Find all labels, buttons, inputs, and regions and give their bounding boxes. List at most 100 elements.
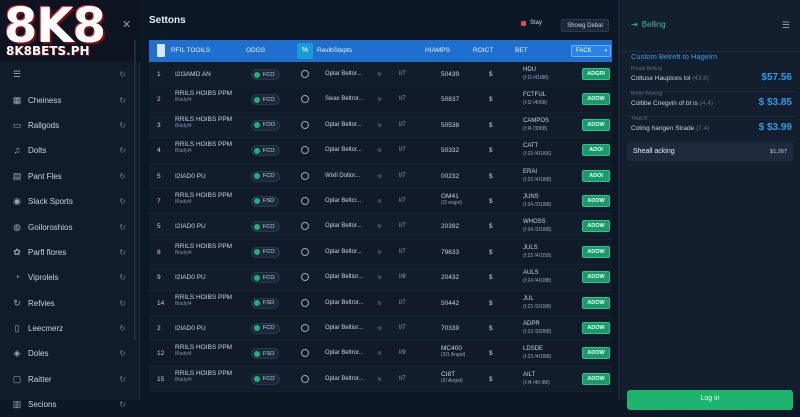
stay-toggle[interactable]: Stay: [521, 20, 542, 26]
refresh-arrow-icon[interactable]: ↻: [119, 349, 126, 358]
event-name[interactable]: RRILS HOIBS PPM Bladyt4: [175, 141, 232, 154]
odds-tag[interactable]: FSO: [251, 195, 280, 207]
close-icon[interactable]: ✕: [122, 18, 131, 31]
odds-tag[interactable]: FCO: [251, 145, 280, 157]
percent-toggle[interactable]: %: [297, 43, 313, 59]
event-name[interactable]: RRILS HOIBS PPM Bladyt4: [175, 294, 232, 307]
table-row[interactable]: 2 I2IAD0 PU FCO Oplar Beltior... ≋ I/7 70339 $ A…: [149, 315, 612, 342]
bet-card[interactable]: Priodo Belling Coltuse Haupices lol (43.6…: [629, 66, 794, 92]
table-row[interactable]: 7 RRILS HOIBS PPM Bladyt4 FSO Oplar Beltcr..…: [149, 188, 612, 215]
table-row[interactable]: 5 I2IAD0 PU FCO Oplar Beltor... ≋ I/7 20392 $ WH…: [149, 214, 612, 240]
event-name[interactable]: I2IAD0 PU: [175, 223, 206, 230]
odds-tag[interactable]: FSO: [251, 297, 280, 309]
add-bet-button[interactable]: ADOW: [582, 220, 610, 233]
odds-tag[interactable]: FCO: [251, 373, 280, 385]
sidebar-item-4[interactable]: ▤ Pant Fles ↻: [0, 164, 140, 189]
odds-tag[interactable]: FCO: [251, 322, 280, 334]
menu-icon[interactable]: ☰: [782, 20, 790, 31]
odds-tag[interactable]: FSO: [251, 348, 280, 360]
show-detail-button[interactable]: Showg Debal: [561, 19, 609, 32]
col-header-bet[interactable]: BET: [515, 47, 528, 54]
event-name[interactable]: RRILS HOIBS PPM Bladyt4: [175, 243, 232, 256]
refresh-arrow-icon[interactable]: ↻: [119, 375, 126, 384]
event-name[interactable]: RRILS HOIBS PPM Bladyt4: [175, 192, 232, 205]
table-row[interactable]: 15 RRILS HOIBS PPM Bladyt4 FCO Oplar Beltror…: [149, 366, 612, 393]
add-bet-button[interactable]: ADOW: [582, 372, 610, 385]
col-header-roict[interactable]: ROICT: [473, 47, 493, 54]
col-header-hiamps[interactable]: HIAMPS: [425, 47, 450, 54]
refresh-arrow-icon[interactable]: ↻: [119, 248, 126, 257]
refresh-arrow-icon[interactable]: ↻: [119, 96, 126, 105]
refresh-arrow-icon[interactable]: ↻: [119, 121, 126, 130]
bet-card[interactable]: Tinstl 8 Coting hangen Strade (7.4) $ $3.9…: [629, 116, 794, 142]
sidebar-scrollbar[interactable]: [134, 40, 136, 340]
odds-tag[interactable]: FCO: [251, 246, 280, 258]
refresh-arrow-icon[interactable]: ↻: [119, 197, 126, 206]
table-row[interactable]: 8 RRILS HOIBS PPM Bladyt4 FCO Oplar Beltor..…: [149, 239, 612, 266]
add-bet-button[interactable]: ADOW: [582, 296, 610, 309]
sidebar-item-10[interactable]: ▯ Leecmerz ↻: [0, 316, 140, 341]
refresh-arrow-icon[interactable]: ↻: [119, 400, 126, 409]
refresh-arrow-icon[interactable]: ↻: [119, 146, 126, 155]
event-name[interactable]: RRILS HOIBS PPM Bladyt4: [175, 116, 232, 129]
add-bet-button[interactable]: ADOW: [582, 347, 610, 360]
add-bet-button[interactable]: ADOW: [582, 194, 610, 207]
table-select-icon[interactable]: [157, 44, 165, 57]
add-bet-button[interactable]: ADOW: [582, 321, 610, 334]
sidebar-item-3[interactable]: ♫ Dolts ↻: [0, 138, 140, 163]
table-row[interactable]: 4 RRILS HOIBS PPM Bladyt4 FCO Oplar Beltor..…: [149, 138, 612, 164]
col-header-steps[interactable]: RevibStepts: [317, 47, 352, 54]
col-header-odds[interactable]: ODGS: [246, 47, 265, 54]
sidebar-item-9[interactable]: ↻ Refvies ↻: [0, 291, 140, 316]
add-bet-button[interactable]: ADOW: [582, 93, 610, 106]
sidebar-item-8[interactable]: ◔ Viprolels ↻: [0, 265, 140, 290]
refresh-arrow-icon[interactable]: ↻: [119, 324, 126, 333]
add-bet-button[interactable]: ADOI: [582, 144, 610, 157]
table-row[interactable]: 2 RRILS HOIBS PPM Bladyt4 FCO Swax Beltror..…: [149, 87, 612, 113]
add-bet-button[interactable]: ADOW: [582, 271, 610, 284]
add-bet-button[interactable]: ADOI: [582, 169, 610, 182]
sidebar-item-2[interactable]: ▭ Rallgods ↻: [0, 113, 140, 138]
table-row[interactable]: 1 I2I3AMD AN FCO Oplar Beltor... ≋ I/7 50439 $ H…: [149, 62, 612, 88]
event-name[interactable]: I2IAD0 PU: [175, 325, 206, 332]
event-name[interactable]: RRILS HOIBS PPM Bladyt4: [175, 370, 232, 383]
brand-logo[interactable]: 8K8: [4, 2, 106, 50]
event-name[interactable]: RRILS HOIBS PPM Bladyt4: [175, 90, 232, 103]
event-name[interactable]: I2I3AMD AN: [175, 71, 211, 78]
refresh-arrow-icon[interactable]: ↻: [119, 299, 126, 308]
sidebar-item-7[interactable]: ✿ Parfl flores ↻: [0, 240, 140, 265]
odds-tag[interactable]: FCO: [251, 272, 280, 284]
add-bet-button[interactable]: ADOW: [582, 118, 610, 131]
table-row[interactable]: 9 I2IAD0 PU FCO Oplar Beltior... ≋ I/8 20432 $ A…: [149, 265, 612, 291]
sidebar-item-0[interactable]: ☰ ↻: [0, 62, 140, 87]
sidebar-item-13[interactable]: ▥ Secions ↻: [0, 392, 140, 417]
bet-card[interactable]: Bettio Wrocog Coltibe Cnegvin of bt is (4…: [629, 91, 794, 117]
table-row[interactable]: 3 RRILS HOIBS PPM Bladyt4 FOO Oplar Beltor..…: [149, 112, 612, 139]
event-name[interactable]: I2IAD0 PU: [175, 173, 206, 180]
back-button[interactable]: FACK ▾: [571, 45, 611, 57]
sidebar-item-1[interactable]: ▦ Cheiness ↻: [0, 87, 140, 112]
odds-tag[interactable]: FOO: [251, 119, 280, 131]
odds-tag[interactable]: FCO: [251, 69, 280, 80]
sidebar-item-5[interactable]: ◉ Slack Sports ↻: [0, 189, 140, 214]
login-button[interactable]: Log in: [627, 390, 793, 410]
odds-tag[interactable]: FCO: [251, 94, 280, 106]
sidebar-item-6[interactable]: ◍ Goiloroshios ↻: [0, 214, 140, 239]
refresh-arrow-icon[interactable]: ↻: [119, 172, 126, 181]
table-row[interactable]: 14 RRILS HOIBS PPM Bladyt4 FSO Oplar Beltror…: [149, 290, 612, 316]
table-row[interactable]: 12 RRILS HOIBS PPM Bladyt4 FSO Oplar Beltror…: [149, 341, 612, 367]
event-name[interactable]: RRILS HOIBS PPM Bladyt4: [175, 344, 232, 357]
odds-tag[interactable]: FCO: [251, 221, 280, 233]
add-bet-button[interactable]: ADGRI: [582, 68, 610, 80]
refresh-arrow-icon[interactable]: ↻: [119, 273, 126, 282]
refresh-arrow-icon[interactable]: ↻: [119, 70, 126, 79]
odds-tag[interactable]: FCO: [251, 170, 280, 182]
event-desc: Oplar Beltior...: [325, 324, 364, 331]
event-name[interactable]: I2IAD0 PU: [175, 274, 206, 281]
add-bet-button[interactable]: ADOW: [582, 245, 610, 258]
refresh-arrow-icon[interactable]: ↻: [119, 223, 126, 232]
sidebar-item-12[interactable]: ▢ Raitter ↻: [0, 367, 140, 392]
col-header-events[interactable]: RFIL TOOILS: [171, 47, 210, 54]
table-row[interactable]: 5 I2IAD0 PU FCO Wixll Doltor... ≋ I/7 00232 $ ER…: [149, 163, 612, 189]
sidebar-item-11[interactable]: ◈ Doles ↻: [0, 341, 140, 366]
